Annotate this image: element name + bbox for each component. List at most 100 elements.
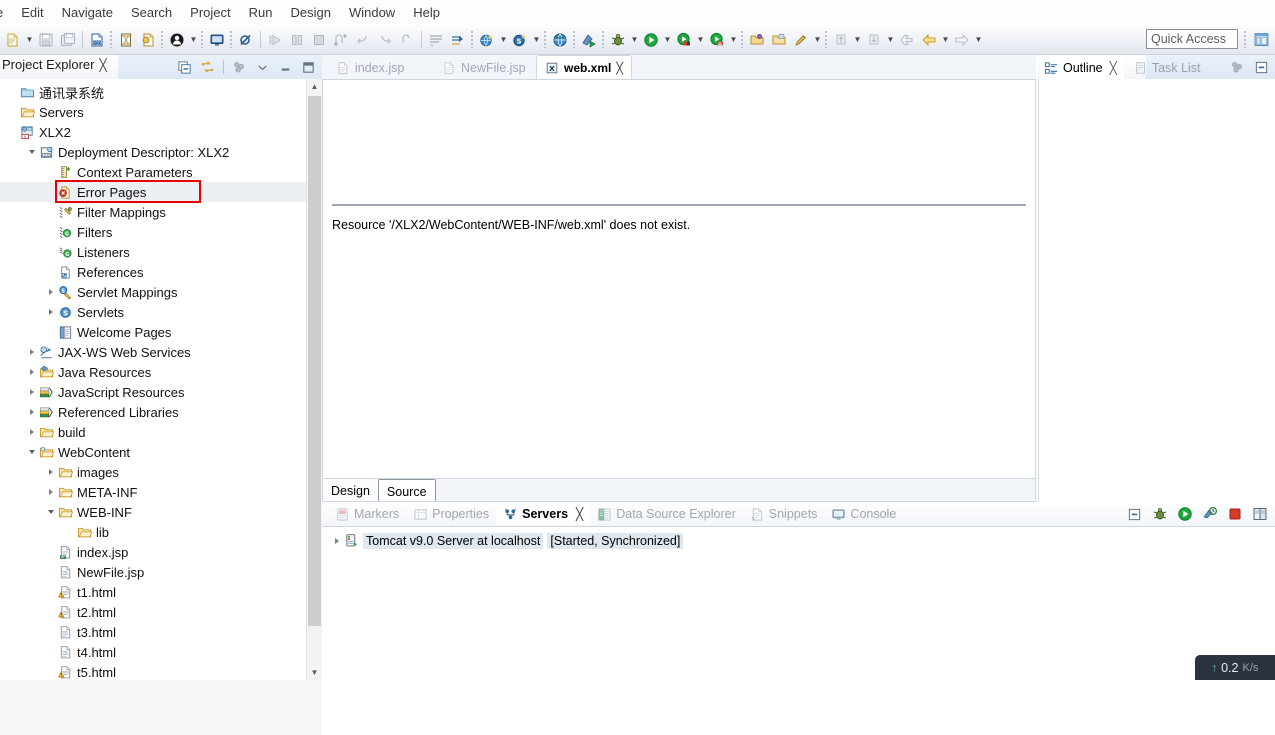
minimize-icon[interactable] — [275, 57, 296, 77]
user-icon[interactable] — [166, 29, 188, 51]
save-icon[interactable] — [35, 29, 57, 51]
bottom-tab-servers[interactable]: Servers ╳ — [496, 503, 591, 525]
project-explorer-tab[interactable]: Project Explorer ╳ — [2, 57, 107, 72]
tree-item-build[interactable]: build — [0, 422, 322, 442]
new-file-binary-icon[interactable]: 010 — [86, 29, 108, 51]
minimize-chevron-icon[interactable] — [252, 57, 273, 77]
new-svn-dropdown-icon[interactable]: ▼ — [531, 29, 542, 51]
bottom-tabs[interactable]: Markers Properties Servers ╳ Data Source Exp… — [328, 503, 903, 525]
minimize-icon[interactable] — [1124, 504, 1145, 524]
menu-run[interactable]: Run — [240, 3, 282, 22]
menu-edit[interactable]: Edit — [12, 3, 52, 22]
previous-annotation-dropdown-icon[interactable]: ▼ — [852, 29, 863, 51]
chevron-down-icon[interactable] — [44, 502, 57, 522]
maximize-icon[interactable] — [298, 57, 319, 77]
bottom-tab-properties[interactable]: Properties — [406, 503, 496, 525]
new-wizard-dropdown-icon[interactable]: ▼ — [24, 29, 35, 51]
tree-item-t1-html[interactable]: ! t1.html — [0, 582, 322, 602]
collapse-all-icon[interactable] — [174, 57, 195, 77]
editor-tab-index-jsp[interactable]: index.jsp — [328, 55, 424, 80]
server-row[interactable]: Tomcat v9.0 Server at localhost [Started… — [322, 531, 1275, 550]
open-web-browser-icon[interactable] — [549, 29, 571, 51]
project-explorer-tree-body[interactable]: 通讯录系统 Servers x XLX2 3.0 Deployment Descripto… — [0, 79, 322, 680]
open-type-icon[interactable] — [746, 29, 768, 51]
run-last-tool-icon[interactable] — [673, 29, 695, 51]
tree-item-servlets[interactable]: S Servlets — [0, 302, 322, 322]
stop-server-icon[interactable] — [1224, 504, 1245, 524]
menu-window[interactable]: Window — [340, 3, 404, 22]
tree-item-error-pages[interactable]: Error Pages — [0, 182, 322, 202]
tree-item-jax-ws-web-services[interactable]: JAX-WS Web Services — [0, 342, 322, 362]
menu-help[interactable]: Help — [404, 3, 449, 22]
new-server-dropdown-icon[interactable]: ▼ — [498, 29, 509, 51]
open-console-icon[interactable] — [206, 29, 228, 51]
menu-project[interactable]: Project — [181, 3, 239, 22]
editor-tab-web-xml[interactable]: X web.xml ╳ — [536, 55, 632, 80]
run-xml-icon[interactable] — [137, 29, 159, 51]
project-tree[interactable]: 通讯录系统 Servers x XLX2 3.0 Deployment Descripto… — [0, 79, 322, 680]
debug-server-icon[interactable] — [1149, 504, 1170, 524]
save-all-icon[interactable] — [57, 29, 79, 51]
tree-item-web-inf[interactable]: WEB-INF — [0, 502, 322, 522]
tree-item-newfile-jsp[interactable]: NewFile.jsp — [0, 562, 322, 582]
back-dropdown-icon[interactable]: ▼ — [940, 29, 951, 51]
profile-server-icon[interactable] — [1199, 504, 1220, 524]
tab-task-list[interactable]: Task List — [1130, 57, 1208, 79]
chevron-right-icon[interactable] — [44, 482, 57, 502]
tree-item-java-resources[interactable]: Java Resources — [0, 362, 322, 382]
scroll-up-icon[interactable]: ▲ — [307, 79, 322, 94]
debug-icon[interactable] — [607, 29, 629, 51]
link-with-editor-icon[interactable] — [197, 57, 218, 77]
tree-item-filter-mappings[interactable]: Filter Mappings — [0, 202, 322, 222]
run-external-tool-icon[interactable] — [447, 29, 469, 51]
tree-item-xlx2[interactable]: x XLX2 — [0, 122, 322, 142]
publish-server-icon[interactable] — [1249, 504, 1270, 524]
tree-item-meta-inf[interactable]: META-INF — [0, 482, 322, 502]
tree-item-filters[interactable]: G Filters — [0, 222, 322, 242]
view-menu-icon[interactable] — [229, 57, 250, 77]
tab-outline[interactable]: Outline ╳ — [1040, 57, 1124, 79]
tree-item-welcome-pages[interactable]: Welcome Pages — [0, 322, 322, 342]
run-icon[interactable] — [640, 29, 662, 51]
tree-item-listeners[interactable]: G Listeners — [0, 242, 322, 262]
run-external-tools-dropdown-icon[interactable]: ▼ — [728, 29, 739, 51]
minimize-icon[interactable] — [1251, 57, 1272, 77]
close-icon[interactable]: ╳ — [616, 62, 623, 75]
tree-item-t4-html[interactable]: t4.html — [0, 642, 322, 662]
editor-design-tab[interactable]: Design — [323, 479, 378, 501]
chevron-right-icon[interactable] — [44, 302, 57, 322]
annotation-icon[interactable] — [790, 29, 812, 51]
chevron-right-icon[interactable] — [330, 531, 343, 551]
tree-item-servlet-mappings[interactable]: S Servlet Mappings — [0, 282, 322, 302]
view-menu-icon[interactable] — [1227, 57, 1248, 77]
run-on-server-icon[interactable] — [578, 29, 600, 51]
tree-item-deployment-descriptor-xlx2[interactable]: 3.0 Deployment Descriptor: XLX2 — [0, 142, 322, 162]
tree-item-index-jsp[interactable]: index.jsp — [0, 542, 322, 562]
skip-breakpoints-icon[interactable] — [235, 29, 257, 51]
outline-content[interactable] — [1038, 79, 1275, 502]
new-svn-icon[interactable]: S — [509, 29, 531, 51]
open-perspective-icon[interactable] — [1249, 29, 1273, 50]
scrollbar-thumb[interactable] — [308, 96, 321, 626]
editor-content[interactable]: Resource '/XLX2/WebContent/WEB-INF/web.x… — [322, 80, 1036, 478]
next-annotation-dropdown-icon[interactable]: ▼ — [885, 29, 896, 51]
chevron-right-icon[interactable] — [25, 402, 38, 422]
tree-item-referenced-libraries[interactable]: Referenced Libraries — [0, 402, 322, 422]
scroll-down-icon[interactable]: ▼ — [307, 665, 322, 680]
chevron-down-icon[interactable] — [25, 142, 38, 162]
menu-navigate[interactable]: Navigate — [53, 3, 122, 22]
bottom-tab-markers[interactable]: Markers — [328, 503, 406, 525]
start-server-icon[interactable] — [1174, 504, 1195, 524]
close-icon[interactable]: ╳ — [576, 507, 583, 521]
chevron-down-icon[interactable] — [25, 442, 38, 462]
tree-item-context-parameters[interactable]: Context Parameters — [0, 162, 322, 182]
chevron-right-icon[interactable] — [25, 382, 38, 402]
project-explorer-scrollbar[interactable]: ▲ ▼ — [306, 79, 322, 680]
bottom-tab-data-source-explorer[interactable]: Data Source Explorer — [590, 503, 743, 525]
tree-item-lib[interactable]: lib — [0, 522, 322, 542]
run-last-tool-dropdown-icon[interactable]: ▼ — [695, 29, 706, 51]
annotation-dropdown-icon[interactable]: ▼ — [812, 29, 823, 51]
servers-content[interactable]: Tomcat v9.0 Server at localhost [Started… — [322, 526, 1275, 735]
chevron-right-icon[interactable] — [44, 282, 57, 302]
validate-icon[interactable] — [115, 29, 137, 51]
